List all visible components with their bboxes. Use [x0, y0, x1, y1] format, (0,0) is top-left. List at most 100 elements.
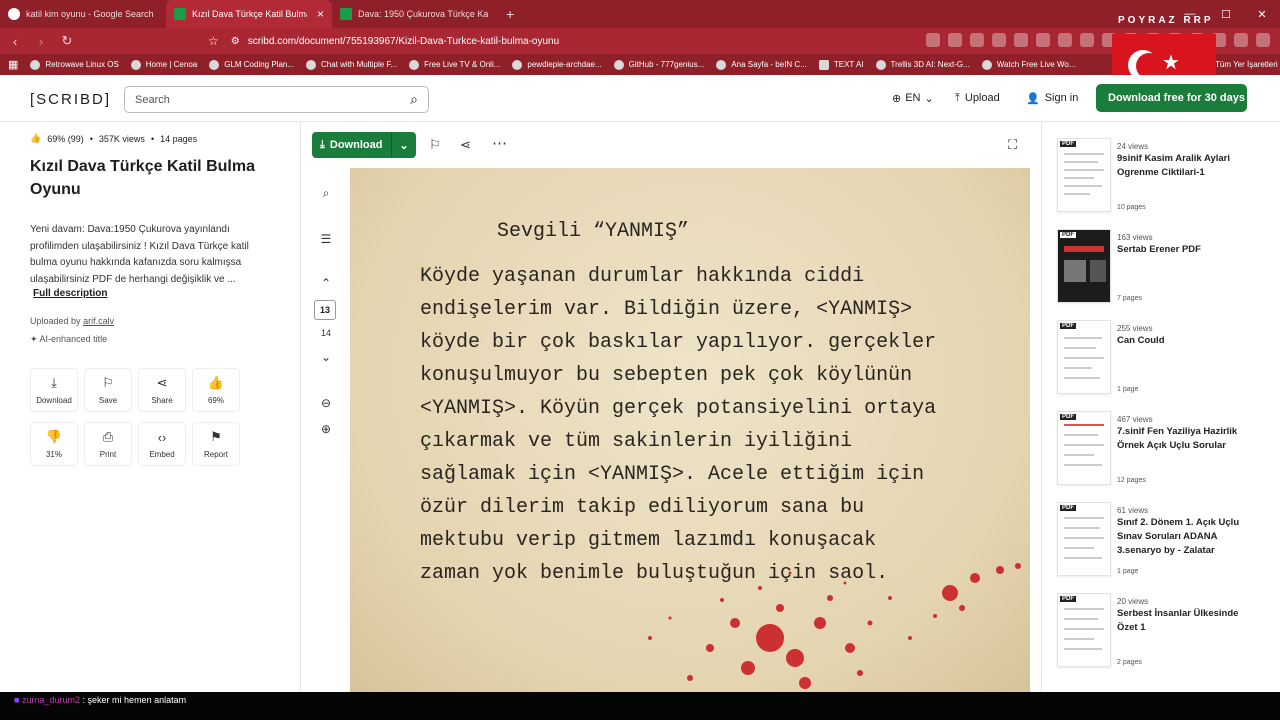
url-field[interactable]: ⚙ scribd.com/document/755193967/Kizil-Da… — [231, 36, 559, 47]
close-window-icon[interactable]: ✕ — [1244, 8, 1280, 21]
related-document-card[interactable]: PDF 467 views 7.sinif Fen Yaziliya Hazir… — [1057, 411, 1257, 491]
reload-icon[interactable]: ↻ — [56, 33, 78, 49]
forward-icon[interactable]: › — [30, 34, 52, 49]
related-document-card[interactable]: PDF 163 views Sertab Erener PDF 7 pages — [1057, 229, 1257, 309]
bookmark-folder[interactable]: TEXT AI — [818, 59, 864, 70]
tab-scribd-dava[interactable]: Dava: 1950 Çukurova Türkçe Katil Bu — [332, 0, 496, 28]
free-trial-button[interactable]: Download free for 30 days — [1096, 84, 1247, 112]
chevron-down-icon[interactable]: ⌄ — [318, 350, 334, 364]
bookmark-item[interactable]: Chat with Multiple F... — [306, 59, 397, 70]
sign-in-button[interactable]: 👤 Sign in — [1026, 92, 1078, 105]
favicon-icon — [306, 59, 317, 70]
extension-icon[interactable] — [1080, 33, 1094, 47]
extension-icon[interactable] — [992, 33, 1006, 47]
extension-icon[interactable] — [1036, 33, 1050, 47]
bookmark-icon[interactable]: ⚐ — [429, 137, 441, 153]
extension-icon[interactable] — [970, 33, 984, 47]
globe-icon: ⊕ — [892, 93, 902, 105]
view-count: 255 views — [1117, 324, 1153, 333]
related-document-card[interactable]: PDF 61 views Sınıf 2. Dönem 1. Açık Uçlu… — [1057, 502, 1257, 582]
user-icon: 👤 — [1026, 93, 1040, 105]
extension-icon[interactable] — [1234, 33, 1248, 47]
chevron-up-icon[interactable]: ⌃ — [318, 276, 334, 290]
share-icon[interactable]: ⋖ — [460, 137, 471, 153]
share-action-button[interactable]: ⋖ Share — [138, 368, 186, 412]
extension-icon[interactable] — [1058, 33, 1072, 47]
view-count: 24 views — [1117, 142, 1149, 151]
extensions-toolbar — [926, 33, 1270, 47]
new-tab-button[interactable]: + — [496, 6, 524, 22]
extension-icon[interactable] — [1014, 33, 1028, 47]
tab-google-search[interactable]: katil kim oyunu - Google Search — [0, 0, 166, 28]
search-box[interactable]: ⌕ — [124, 86, 429, 113]
document-thumbnail: PDF — [1057, 411, 1111, 485]
related-title[interactable]: Sertab Erener PDF — [1117, 243, 1247, 257]
close-icon[interactable]: × — [317, 7, 324, 21]
related-title[interactable]: 9sinif Kasim Aralik Aylari Ogrenme Cikti… — [1117, 152, 1247, 180]
more-options-icon[interactable]: ⋯ — [492, 134, 507, 152]
search-input[interactable] — [135, 93, 385, 106]
bookmark-item[interactable]: GitHub - 777genius... — [613, 59, 704, 70]
print-icon: ⎙ — [102, 429, 114, 444]
extension-icon[interactable] — [948, 33, 962, 47]
save-action-button[interactable]: ⚐ Save — [84, 368, 132, 412]
extension-icon[interactable] — [926, 33, 940, 47]
bookmark-item[interactable]: pewdiepie-archdae... — [512, 59, 602, 70]
current-page-input[interactable]: 13 — [314, 300, 336, 320]
zoom-in-icon[interactable]: ⊕ — [318, 422, 334, 436]
bookmark-item[interactable]: Home | Cenoa — [130, 59, 197, 70]
print-action-button[interactable]: ⎙ Print — [84, 422, 132, 466]
bookmark-item[interactable]: Retrowave Linux OS — [30, 59, 119, 70]
favicon-icon — [875, 59, 886, 70]
download-button[interactable]: ⤓ Download ⌄ — [312, 132, 416, 158]
bookmark-icon: ⚐ — [102, 375, 114, 390]
bookmark-page-icon[interactable]: ☆ — [208, 34, 219, 48]
bookmark-item[interactable]: Free Live TV & Onli... — [409, 59, 500, 70]
scribd-logo[interactable]: [SCRIBD] — [30, 91, 111, 108]
tab-scribd-active[interactable]: Kızıl Dava Türkçe Katil Bulma Oyunu × — [166, 0, 332, 28]
bookmark-item[interactable]: Watch Free Live Wo... — [981, 59, 1076, 70]
document-page: Sevgili “YANMIŞ” Köyde yaşanan durumlar … — [350, 168, 1030, 692]
maximize-icon[interactable]: ☐ — [1208, 8, 1244, 21]
document-info-panel: 👍 69% (99) • 357K views • 14 pages Kızıl… — [0, 122, 301, 692]
bookmark-item[interactable]: Trellis 3D AI: Next-G... — [875, 59, 970, 70]
site-info-icon[interactable]: ⚙ — [231, 36, 240, 47]
dislike-action-button[interactable]: 👎 31% — [30, 422, 78, 466]
favicon-icon — [130, 59, 141, 70]
table-of-contents-icon[interactable]: ☰ — [318, 232, 334, 246]
full-description-link[interactable]: Full description — [33, 288, 107, 299]
view-count: 61 views — [1117, 506, 1149, 515]
related-title[interactable]: Sınıf 2. Dönem 1. Açık Uçlu Sınav Sorula… — [1117, 516, 1247, 558]
related-document-card[interactable]: PDF 20 views Serbest İnsanlar Ülkesinde … — [1057, 593, 1257, 673]
embed-action-button[interactable]: ‹› Embed — [138, 422, 186, 466]
search-icon[interactable]: ⌕ — [410, 91, 418, 108]
url-text: scribd.com/document/755193967/Kizil-Dava… — [247, 35, 560, 47]
report-action-button[interactable]: ⚑ Report — [192, 422, 240, 466]
download-chevron-icon[interactable]: ⌄ — [392, 139, 416, 152]
minimize-icon[interactable]: — — [1172, 8, 1208, 20]
related-document-card[interactable]: PDF 255 views Can Could 1 page — [1057, 320, 1257, 400]
scribd-icon — [174, 8, 186, 20]
download-main[interactable]: ⤓ Download — [312, 132, 392, 158]
related-title[interactable]: Serbest İnsanlar Ülkesinde Özet 1 — [1117, 607, 1247, 635]
like-action-button[interactable]: 👍 69% — [192, 368, 240, 412]
back-icon[interactable]: ‹ — [4, 34, 26, 49]
extension-icon[interactable] — [1256, 33, 1270, 47]
view-count: 163 views — [1117, 233, 1153, 242]
related-title[interactable]: 7.sinif Fen Yaziliya Hazirlik Örnek Açık… — [1117, 425, 1247, 453]
bookmark-item[interactable]: GLM Coding Plan... — [209, 59, 294, 70]
uploader-link[interactable]: arif.calv — [83, 316, 114, 326]
zoom-out-icon[interactable]: ⊖ — [318, 396, 334, 410]
apps-icon[interactable]: ▦ — [8, 58, 18, 71]
related-document-card[interactable]: PDF 24 views 9sinif Kasim Aralik Aylari … — [1057, 138, 1257, 218]
download-action-button[interactable]: ⤓ Download — [30, 368, 78, 412]
upload-button[interactable]: ⤒ Upload — [955, 92, 1000, 105]
all-bookmarks[interactable]: Tüm Yer İşaretleri — [1215, 60, 1278, 69]
related-title[interactable]: Can Could — [1117, 334, 1247, 348]
language-selector[interactable]: ⊕ EN ⌄ — [892, 92, 934, 105]
bookmark-item[interactable]: Ana Sayfa - beIN C... — [716, 59, 807, 70]
twitch-icon: ■ — [14, 695, 20, 705]
search-icon[interactable]: ⌕ — [318, 186, 334, 201]
chat-username: zurna_durum2 — [21, 695, 80, 705]
fullscreen-icon[interactable]: ⛶ — [1008, 137, 1017, 153]
